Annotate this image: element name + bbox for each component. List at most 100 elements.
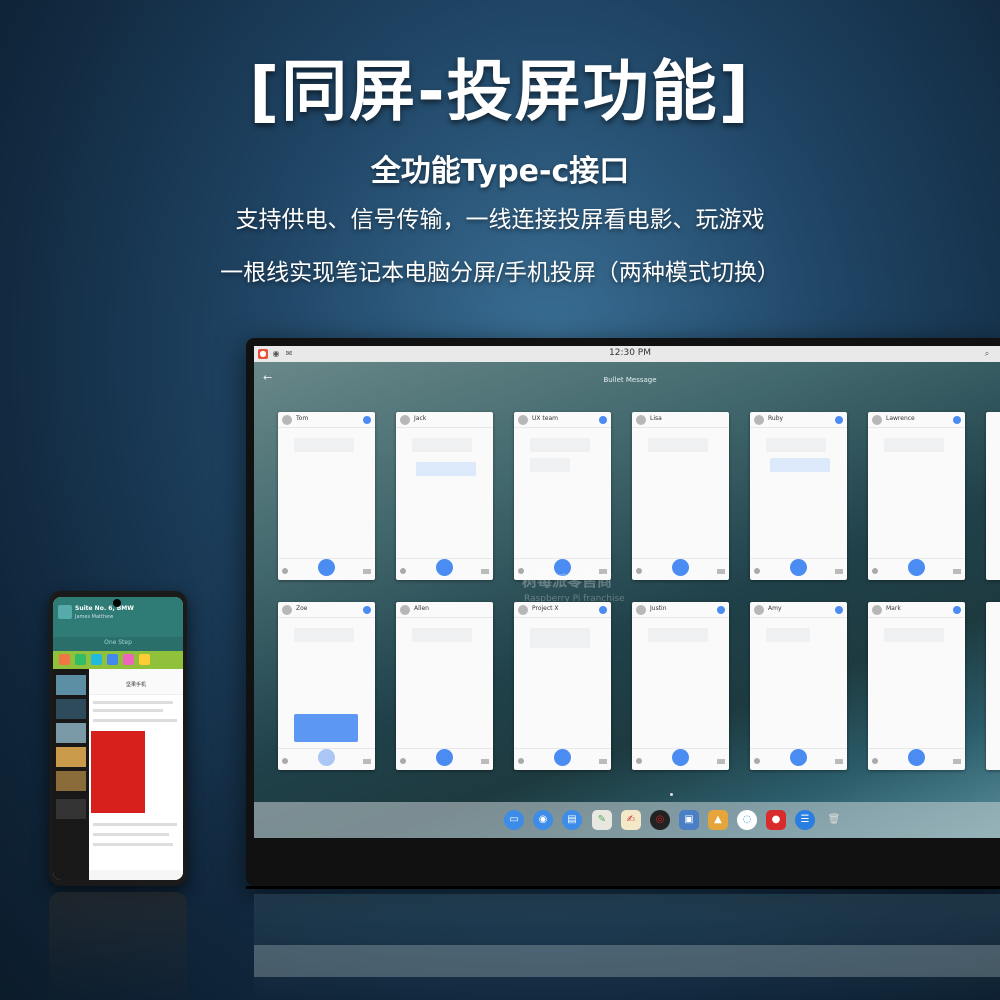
thumbnail[interactable] [56, 799, 86, 819]
app-shortcut-icon[interactable] [107, 654, 118, 665]
thumbnail[interactable] [56, 675, 86, 695]
keyboard-icon[interactable] [481, 569, 489, 574]
post-text [93, 709, 163, 712]
message-app-icon[interactable]: ☰ [795, 810, 815, 830]
mic-button[interactable] [672, 559, 689, 576]
chat-card[interactable]: Project X [514, 602, 611, 770]
keyboard-icon[interactable] [481, 759, 489, 764]
subtitle: 全功能Type-c接口 [370, 154, 630, 189]
keyboard-icon[interactable] [717, 759, 725, 764]
mic-button[interactable] [908, 749, 925, 766]
chat-card[interactable]: Allen [396, 602, 493, 770]
dock-icon-2[interactable]: ◉ [533, 810, 553, 830]
emoji-icon[interactable] [636, 758, 642, 764]
message-bubble [530, 458, 570, 472]
app-title: Bullet Message [603, 376, 657, 384]
emoji-icon[interactable] [872, 568, 878, 574]
chat-card[interactable]: UX team [514, 412, 611, 580]
chat-card-partial[interactable] [986, 412, 1000, 580]
chat-card[interactable]: Mark [868, 602, 965, 770]
keyboard-icon[interactable] [599, 759, 607, 764]
music-artist: James Matthew [75, 614, 114, 620]
message-bubble [884, 628, 944, 642]
emoji-icon[interactable] [518, 758, 524, 764]
mic-button[interactable] [908, 559, 925, 576]
thumbnail[interactable] [56, 747, 86, 767]
emoji-icon[interactable] [754, 568, 760, 574]
mic-button[interactable] [554, 749, 571, 766]
emoji-icon[interactable] [282, 758, 288, 764]
app-shortcut-icon[interactable] [139, 654, 150, 665]
card-name: Allen [414, 605, 429, 612]
dock-icon-1[interactable]: ▭ [504, 810, 524, 830]
chat-card[interactable]: Zoe [278, 602, 375, 770]
thumbnail[interactable] [56, 723, 86, 743]
emoji-icon[interactable] [754, 758, 760, 764]
message-bubble [294, 628, 354, 642]
browser-icon[interactable]: ◌ [737, 810, 757, 830]
dock-icon-3[interactable]: ▤ [562, 810, 582, 830]
avatar [636, 605, 646, 615]
chat-card[interactable]: Lisa [632, 412, 729, 580]
mic-button[interactable] [436, 749, 453, 766]
keyboard-icon[interactable] [953, 759, 961, 764]
search-icon[interactable]: ⌕ [982, 349, 992, 359]
chat-card-partial[interactable] [986, 602, 1000, 770]
emoji-icon[interactable] [282, 568, 288, 574]
mic-button[interactable] [318, 559, 335, 576]
bookmark-icon[interactable]: ▣ [679, 810, 699, 830]
chat-card[interactable]: Tom [278, 412, 375, 580]
chat-card[interactable]: Amy [750, 602, 847, 770]
chat-card[interactable]: Justin [632, 602, 729, 770]
page-indicator[interactable] [670, 793, 673, 796]
avatar [400, 415, 410, 425]
mic-button[interactable] [318, 749, 335, 766]
post-text [93, 843, 173, 846]
notes-icon[interactable]: ✎ [592, 810, 612, 830]
message-bubble [648, 628, 708, 642]
chat-card[interactable]: Ruby [750, 412, 847, 580]
music-title: Suite No. 6, BMW [75, 605, 134, 612]
trash-icon[interactable]: 🗑 [824, 810, 844, 830]
avatar [282, 415, 292, 425]
dock: ▭ ◉ ▤ ✎ ✍ ◎ ▣ ▲ ◌ ● ☰ 🗑 [254, 802, 1000, 838]
app-shortcut-icon[interactable] [59, 654, 70, 665]
app-shortcut-icon[interactable] [91, 654, 102, 665]
mic-button[interactable] [790, 749, 807, 766]
document-icon[interactable]: ✍ [621, 810, 641, 830]
music-record-icon[interactable]: ◎ [650, 810, 670, 830]
card-name: Lawrence [886, 415, 915, 422]
thumbnail[interactable] [56, 771, 86, 791]
mic-button[interactable] [790, 559, 807, 576]
photos-icon[interactable]: ▲ [708, 810, 728, 830]
app-shortcut-icon[interactable] [75, 654, 86, 665]
one-step-bar[interactable]: One Step [53, 637, 183, 651]
app-shortcut-icon[interactable] [123, 654, 134, 665]
emoji-icon[interactable] [636, 568, 642, 574]
mic-button[interactable] [436, 559, 453, 576]
post-image[interactable] [91, 731, 145, 813]
post-text [93, 823, 177, 826]
keyboard-icon[interactable] [717, 569, 725, 574]
card-name: Jack [414, 415, 427, 422]
mic-button[interactable] [672, 749, 689, 766]
badge-icon [363, 606, 371, 614]
thumbnail[interactable] [56, 699, 86, 719]
keyboard-icon[interactable] [835, 759, 843, 764]
keyboard-icon[interactable] [363, 759, 371, 764]
camera-app-icon[interactable]: ● [766, 810, 786, 830]
keyboard-icon[interactable] [363, 569, 371, 574]
emoji-icon[interactable] [400, 568, 406, 574]
keyboard-icon[interactable] [835, 569, 843, 574]
badge-icon [599, 606, 607, 614]
message-bubble [294, 438, 354, 452]
emoji-icon[interactable] [400, 758, 406, 764]
message-bubble [766, 438, 826, 452]
chat-card[interactable]: Lawrence [868, 412, 965, 580]
avatar [518, 605, 528, 615]
emoji-icon[interactable] [872, 758, 878, 764]
chat-card[interactable]: Jack [396, 412, 493, 580]
avatar [400, 605, 410, 615]
one-step-label: One Step [104, 639, 132, 646]
keyboard-icon[interactable] [953, 569, 961, 574]
